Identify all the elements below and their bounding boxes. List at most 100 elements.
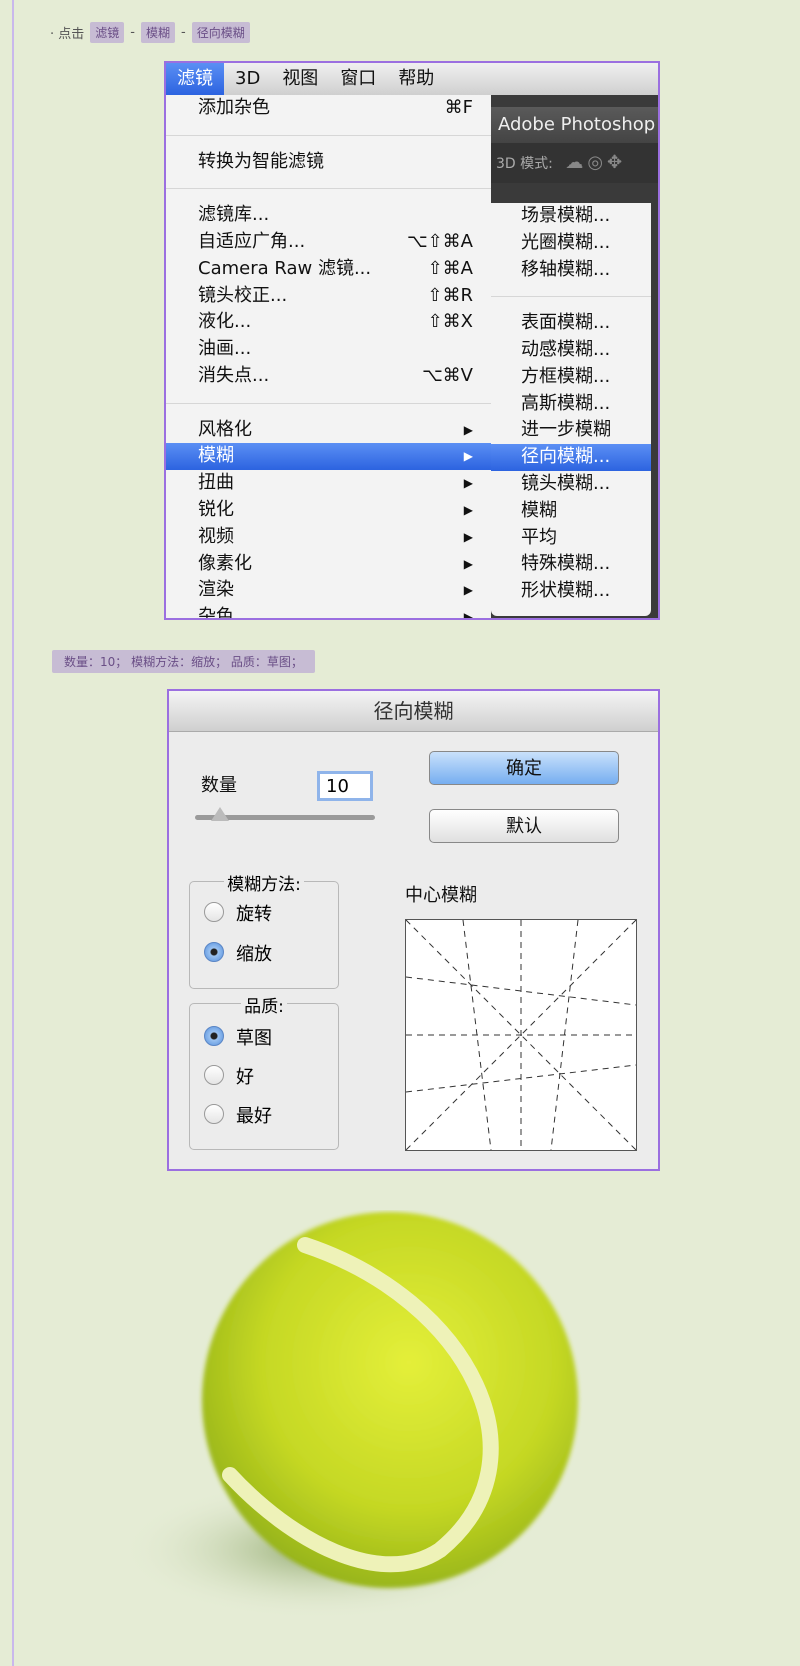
dialog-title: 径向模糊	[169, 691, 658, 732]
menu-item-shortcut: ⌥⇧⌘A	[406, 230, 473, 252]
blur-submenu-item[interactable]: 模糊	[491, 498, 651, 525]
menu-item-shortcut: ⌘F	[444, 97, 473, 118]
blur-submenu-item[interactable]: 动感模糊...	[491, 337, 651, 364]
filter-dropdown-menu: 添加杂色 ⌘F 转换为智能滤镜滤镜库... 自适应广角... ⌥⇧⌘A Camera Ra…	[166, 95, 491, 620]
ball-body	[202, 1212, 578, 1588]
radio-spin-label: 旋转	[236, 904, 272, 925]
submenu-arrow-icon: ▶	[463, 502, 473, 517]
menu-view[interactable]: 视图	[271, 63, 329, 95]
menu-item-shortcut: ⇧⌘A	[427, 257, 473, 279]
step-tag-filter: 滤镜	[90, 22, 125, 43]
blur-submenu-item[interactable]: 平均	[491, 525, 651, 552]
app-title: Adobe Photoshop	[486, 107, 658, 143]
blur-method-label: 模糊方法:	[224, 875, 304, 895]
submenu-separator	[491, 283, 651, 310]
ok-button[interactable]: 确定	[429, 751, 619, 785]
blur-submenu-item[interactable]: 进一步模糊	[491, 417, 651, 444]
step-prefix: · 点击	[50, 27, 85, 42]
blur-center-preview[interactable]	[405, 919, 637, 1151]
submenu-arrow-icon: ▶	[463, 529, 473, 544]
menu-item-label: Camera Raw 滤镜...	[198, 257, 372, 279]
menu-3d[interactable]: 3D	[224, 63, 271, 95]
amount-label: 数量	[201, 775, 237, 796]
menu-item-shortcut: ⇧⌘X	[427, 311, 473, 333]
menu-item-shortcut: ⇧⌘R	[427, 284, 473, 306]
blur-submenu-item[interactable]: 场景模糊...	[491, 203, 651, 230]
3d-tool-icons[interactable]: ☁◎✥	[565, 143, 626, 183]
filter-menu-item[interactable]: 液化... ⇧⌘X	[166, 309, 491, 336]
blur-method-group: 模糊方法: 旋转 缩放	[189, 875, 339, 989]
blur-submenu-item[interactable]: 光圈模糊...	[491, 230, 651, 257]
submenu-arrow-icon: ▶	[463, 449, 473, 464]
filter-menu-item[interactable]: 镜头校正... ⇧⌘R	[166, 283, 491, 310]
radio-best-label: 最好	[236, 1106, 272, 1127]
blur-submenu-item[interactable]: 高斯模糊...	[491, 391, 651, 418]
center-blur-label: 中心模糊	[405, 885, 477, 906]
step-sep: -	[181, 25, 186, 40]
submenu-arrow-icon: ▶	[463, 476, 473, 491]
blur-submenu-item[interactable]: 方框模糊...	[491, 364, 651, 391]
submenu-arrow-icon: ▶	[463, 556, 473, 571]
left-border-line	[12, 0, 14, 1666]
menu-item-label: 杂色	[198, 606, 234, 620]
blur-submenu-item[interactable]: 表面模糊...	[491, 310, 651, 337]
menu-item-label: 转换为智能滤镜	[198, 150, 324, 172]
radio-zoom[interactable]	[204, 942, 224, 962]
step-sep: -	[130, 25, 135, 40]
filter-menu-item[interactable]: 渲染 ▶	[166, 577, 491, 604]
menu-window[interactable]: 窗口	[329, 63, 387, 95]
3d-mode-toolbar: 3D 模式: ☁◎✥	[486, 143, 658, 183]
blur-submenu-item[interactable]: 镜头模糊...	[491, 471, 651, 498]
blur-submenu-item[interactable]: 径向模糊...	[491, 444, 651, 471]
menu-item-label: 扭曲	[198, 472, 234, 494]
blur-submenu: 场景模糊... 光圈模糊... 移轴模糊... 表面模糊... 动感模糊... 方框模糊.…	[491, 203, 651, 616]
submenu-arrow-icon: ▶	[463, 422, 473, 437]
filter-menu-item[interactable]: 扭曲 ▶	[166, 470, 491, 497]
tennis-ball-illustration	[120, 1212, 578, 1620]
menu-separator	[166, 175, 491, 202]
submenu-arrow-icon: ▶	[463, 583, 473, 598]
menu-item-label: 像素化	[198, 552, 252, 574]
filter-menu-item[interactable]: 转换为智能滤镜	[166, 149, 491, 176]
filter-menu-item[interactable]: 消失点... ⌥⌘V	[166, 363, 491, 390]
menu-item-label: 油画...	[198, 338, 252, 360]
parameter-summary: 数量：10； 模糊方法：缩放； 品质：草图；	[52, 650, 315, 673]
blur-submenu-item[interactable]: 形状模糊...	[491, 578, 651, 605]
filter-menu-item[interactable]: Camera Raw 滤镜... ⇧⌘A	[166, 256, 491, 283]
amount-slider[interactable]	[195, 807, 375, 821]
filter-menu-item[interactable]: 自适应广角... ⌥⇧⌘A	[166, 229, 491, 256]
step-tag-radial-blur: 径向模糊	[191, 22, 250, 43]
default-button[interactable]: 默认	[429, 809, 619, 843]
blur-submenu-item[interactable]: 移轴模糊...	[491, 257, 651, 284]
radio-zoom-label: 缩放	[236, 944, 272, 965]
filter-menu-item[interactable]: 模糊 ▶	[166, 443, 491, 471]
quality-group: 品质: 草图 好 最好	[189, 997, 339, 1150]
radial-blur-dialog: 径向模糊 数量 10 确定 默认 模糊方法: 旋转 缩放 品质: 草图 好 最好…	[167, 689, 660, 1171]
radio-good[interactable]	[204, 1065, 224, 1085]
menu-separator	[166, 390, 491, 417]
slider-thumb[interactable]	[211, 807, 229, 821]
radio-draft[interactable]	[204, 1026, 224, 1046]
filter-menu-item[interactable]: 滤镜库...	[166, 202, 491, 229]
filter-menu-item[interactable]: 杂色 ▶	[166, 604, 491, 620]
filter-menu-item[interactable]: 锐化 ▶	[166, 497, 491, 524]
filter-menu-item[interactable]: 视频 ▶	[166, 524, 491, 551]
radio-good-label: 好	[236, 1067, 254, 1088]
filter-menu-item[interactable]: 风格化 ▶	[166, 417, 491, 444]
menu-item-label: 镜头校正...	[198, 284, 288, 306]
blur-submenu-item[interactable]: 特殊模糊...	[491, 551, 651, 578]
filter-menu-item[interactable]: 油画...	[166, 336, 491, 363]
menu-item-label: 锐化	[198, 498, 234, 520]
amount-input[interactable]: 10	[317, 771, 373, 801]
filter-menu-item[interactable]: 像素化 ▶	[166, 551, 491, 578]
menu-help[interactable]: 帮助	[387, 63, 445, 95]
menu-item-label: 添加杂色	[198, 97, 270, 118]
radio-best[interactable]	[204, 1104, 224, 1124]
zoom-lines-graphic	[405, 919, 637, 1151]
quality-label: 品质:	[241, 997, 287, 1017]
menu-separator	[166, 122, 491, 149]
filter-menu-item[interactable]: 添加杂色 ⌘F	[166, 95, 491, 122]
menu-item-shortcut: ⌥⌘V	[421, 364, 473, 386]
radio-spin[interactable]	[204, 902, 224, 922]
menu-filter[interactable]: 滤镜	[166, 63, 224, 95]
